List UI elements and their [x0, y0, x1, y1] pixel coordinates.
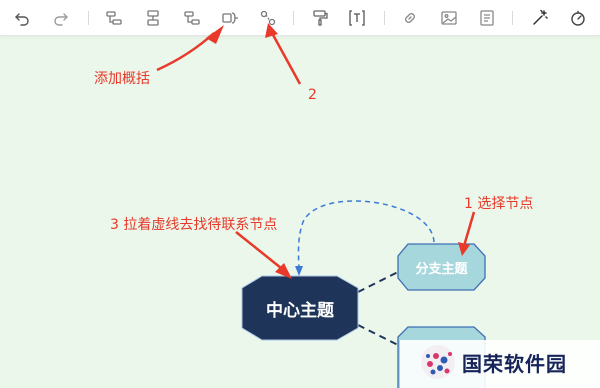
branch-topic-label: 分支主题 — [415, 261, 468, 277]
arrow-to-relation — [265, 23, 302, 85]
arrow-to-summary — [156, 25, 224, 72]
center-topic-label: 中心主题 — [266, 300, 334, 321]
arrow-to-center-node — [235, 231, 292, 279]
branch-connector — [357, 271, 399, 293]
watermark-text: 国荣软件园 — [462, 352, 567, 376]
branch-connector — [357, 324, 399, 346]
relation-arrowhead — [295, 266, 303, 276]
